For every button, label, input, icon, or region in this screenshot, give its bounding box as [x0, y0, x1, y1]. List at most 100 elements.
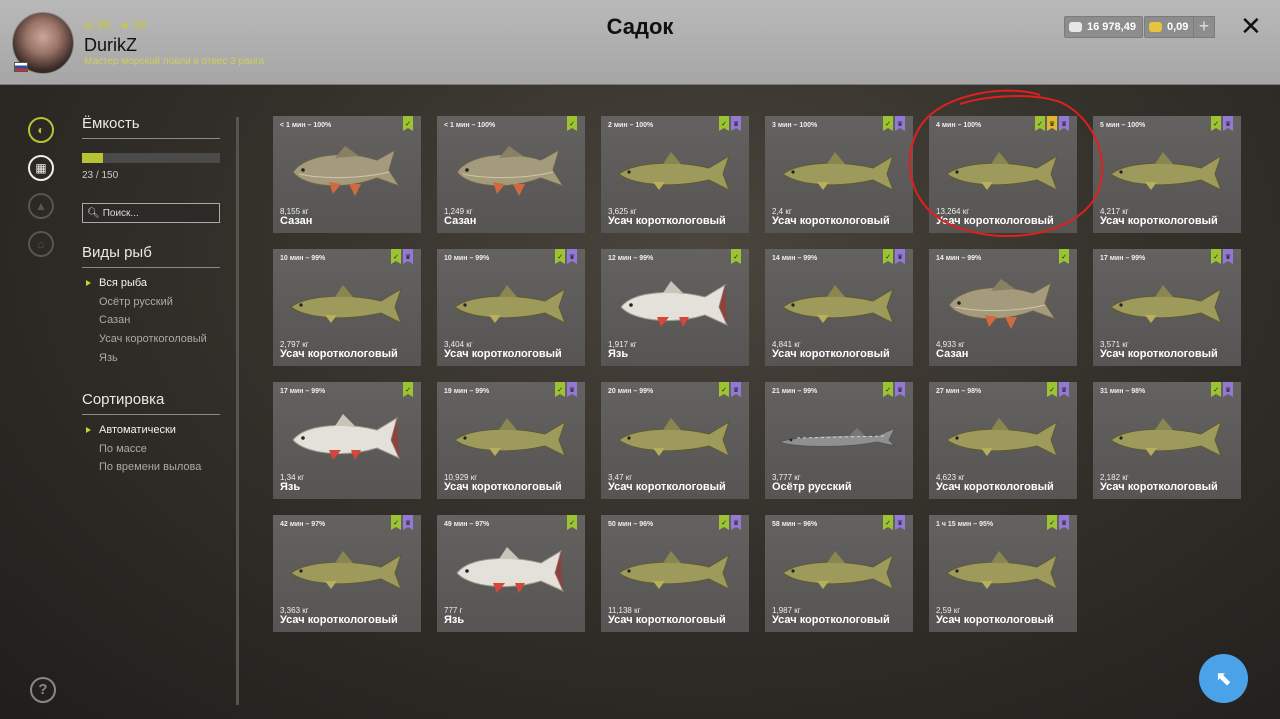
catch-time: 49 мин – 97% [444, 521, 490, 528]
purple-trophy-badge-icon: ♛ [403, 515, 413, 530]
badges: ✓ ♛ [391, 515, 413, 530]
fish-name: Осётр русский [772, 481, 852, 493]
add-gold-button[interactable]: + [1193, 16, 1215, 38]
catch-time: 14 мин – 99% [936, 255, 982, 262]
fish-name: Язь [280, 481, 301, 493]
green-check-badge-icon: ✓ [883, 382, 893, 397]
species-option-barbel[interactable]: Усач короткоголовый [82, 330, 220, 349]
fish-name: Сазан [280, 215, 313, 227]
fish-card[interactable]: < 1 мин – 100% ✓ 8,155 кг Сазан [273, 116, 421, 233]
badges: ✓ ♛ [719, 116, 741, 131]
fish-card[interactable]: 17 мин – 99% ✓ ♛ 3,571 кг Усач короткологовы… [1093, 249, 1241, 366]
sort-option-auto[interactable]: Автоматически [82, 421, 220, 440]
sturgeon-icon [777, 426, 897, 447]
purple-trophy-badge-icon: ♛ [731, 515, 741, 530]
player-rank: Мастер морской ловли в отвес 3 ранга [84, 56, 265, 67]
fish-name: Усач короткологовый [280, 614, 398, 626]
barbel-icon [1110, 152, 1222, 192]
badges: ✓ [1059, 249, 1069, 264]
fish-card[interactable]: 50 мин – 96% ✓ ♛ 11,138 кг Усач короткологов… [601, 515, 749, 632]
fish-card[interactable]: 12 мин – 99% ✓ 1,917 кг Язь [601, 249, 749, 366]
fish-name: Усач короткологовый [1100, 348, 1218, 360]
badges: ✓ ♛ [883, 515, 905, 530]
catch-time: 10 мин – 99% [280, 255, 326, 262]
fish-card[interactable]: 17 мин – 99% ✓ 1,34 кг Язь [273, 382, 421, 499]
fish-card[interactable]: 10 мин – 99% ✓ ♛ 2,797 кг Усач короткологовы… [273, 249, 421, 366]
fish-card[interactable]: 42 мин – 97% ✓ ♛ 3,363 кг Усач короткологовы… [273, 515, 421, 632]
purple-trophy-badge-icon: ♛ [895, 515, 905, 530]
barbel-icon [946, 551, 1058, 591]
fish-card[interactable]: 31 мин – 98% ✓ ♛ 2,182 кг Усач короткологовы… [1093, 382, 1241, 499]
tackle-icon[interactable]: ▲ [28, 193, 54, 219]
capacity-bar [82, 153, 220, 163]
green-check-badge-icon: ✓ [1059, 249, 1069, 264]
carp-icon [456, 146, 565, 196]
badges: ✓ [567, 515, 577, 530]
badges: ✓ ♛ [719, 515, 741, 530]
purple-trophy-badge-icon: ♛ [1223, 249, 1233, 264]
fish-card[interactable]: 1 ч 15 мин – 95% ✓ ♛ 2,59 кг Усач коротколог… [929, 515, 1077, 632]
sort-option-time[interactable]: По времени вылова [82, 458, 220, 477]
search-placeholder: Поиск... [102, 207, 139, 219]
barbel-icon [782, 152, 894, 192]
help-icon[interactable]: ? [30, 677, 56, 703]
fish-name: Усач короткологовый [280, 348, 398, 360]
fish-card[interactable]: 5 мин – 100% ✓ ♛ 4,217 кг Усач короткологовы… [1093, 116, 1241, 233]
barbel-icon [1110, 285, 1222, 325]
fish-card[interactable]: 10 мин – 99% ✓ ♛ 3,404 кг Усач короткологовы… [437, 249, 585, 366]
fish-name: Усач короткологовый [772, 614, 890, 626]
fish-card[interactable]: 19 мин – 99% ✓ ♛ 10,929 кг Усач короткологов… [437, 382, 585, 499]
badges: ✓ ♛ [1211, 382, 1233, 397]
search-input[interactable]: 🔍︎ Поиск... [82, 203, 220, 223]
species-option-carp[interactable]: Сазан [82, 311, 220, 330]
fish-name: Усач короткологовый [1100, 481, 1218, 493]
species-option-all[interactable]: Вся рыба [82, 274, 220, 293]
barbel-icon [454, 285, 566, 325]
fish-card[interactable]: 20 мин – 99% ✓ ♛ 3,47 кг Усач короткологовый [601, 382, 749, 499]
fish-card[interactable]: 2 мин – 100% ✓ ♛ 3,625 кг Усач короткологовы… [601, 116, 749, 233]
fish-card[interactable]: < 1 мин – 100% ✓ 1,249 кг Сазан [437, 116, 585, 233]
badges: ✓ ♛ [883, 116, 905, 131]
fish-card[interactable]: 4 мин – 100% ✓ ♛ ♛ 13,264 кг Усач коротколого… [929, 116, 1077, 233]
green-check-badge-icon: ✓ [883, 249, 893, 264]
badges: ✓ ♛ [883, 249, 905, 264]
species-option-sturgeon[interactable]: Осётр русский [82, 293, 220, 312]
fish-card[interactable]: 49 мин – 97% ✓ 777 г Язь [437, 515, 585, 632]
green-check-badge-icon: ✓ [731, 249, 741, 264]
fish-name: Сазан [444, 215, 477, 227]
badges: ✓ [731, 249, 741, 264]
fish-card[interactable]: 58 мин – 96% ✓ ♛ 1,987 кг Усач короткологовы… [765, 515, 913, 632]
sort-option-weight[interactable]: По массе [82, 440, 220, 459]
level-icon: ◎ [84, 20, 94, 32]
fish-card[interactable]: 3 мин – 100% ✓ ♛ 2,4 кг Усач короткологовый [765, 116, 913, 233]
fish-icon[interactable]: ◐ [28, 117, 54, 143]
fish-name: Усач короткологовый [608, 481, 726, 493]
divider [236, 117, 239, 705]
catch-time: 58 мин – 96% [772, 521, 818, 528]
home-icon[interactable]: ⌂ [28, 231, 54, 257]
cursor-icon[interactable]: ⬉ [1199, 654, 1248, 703]
badges: ✓ ♛ [1211, 116, 1233, 131]
green-check-badge-icon: ✓ [719, 382, 729, 397]
fish-name: Язь [608, 348, 629, 360]
fish-card[interactable]: 27 мин – 98% ✓ ♛ 4,623 кг Усач короткологовы… [929, 382, 1077, 499]
species-option-ide[interactable]: Язь [82, 349, 220, 368]
purple-trophy-badge-icon: ♛ [895, 382, 905, 397]
keepnet-icon[interactable]: ▦ [28, 155, 54, 181]
catch-time: 2 мин – 100% [608, 122, 654, 129]
purple-trophy-badge-icon: ♛ [895, 116, 905, 131]
barbel-icon [782, 285, 894, 325]
fish-card[interactable]: 14 мин – 99% ✓ ♛ 4,841 кг Усач короткологовы… [765, 249, 913, 366]
carp-icon [292, 146, 401, 196]
purple-trophy-badge-icon: ♛ [567, 249, 577, 264]
barbel-icon [946, 152, 1058, 192]
green-check-badge-icon: ✓ [403, 382, 413, 397]
russia-flag-icon [14, 62, 28, 72]
fish-card[interactable]: 14 мин – 99% ✓ 4,933 кг Сазан [929, 249, 1077, 366]
fish-card[interactable]: 21 мин – 99% ✓ ♛ 3,777 кг Осётр русский [765, 382, 913, 499]
badges: ✓ [403, 116, 413, 131]
silver-balance: 16 978,49 [1064, 16, 1143, 38]
green-check-badge-icon: ✓ [719, 116, 729, 131]
purple-trophy-badge-icon: ♛ [1059, 116, 1069, 131]
close-button[interactable]: ✕ [1240, 12, 1262, 40]
